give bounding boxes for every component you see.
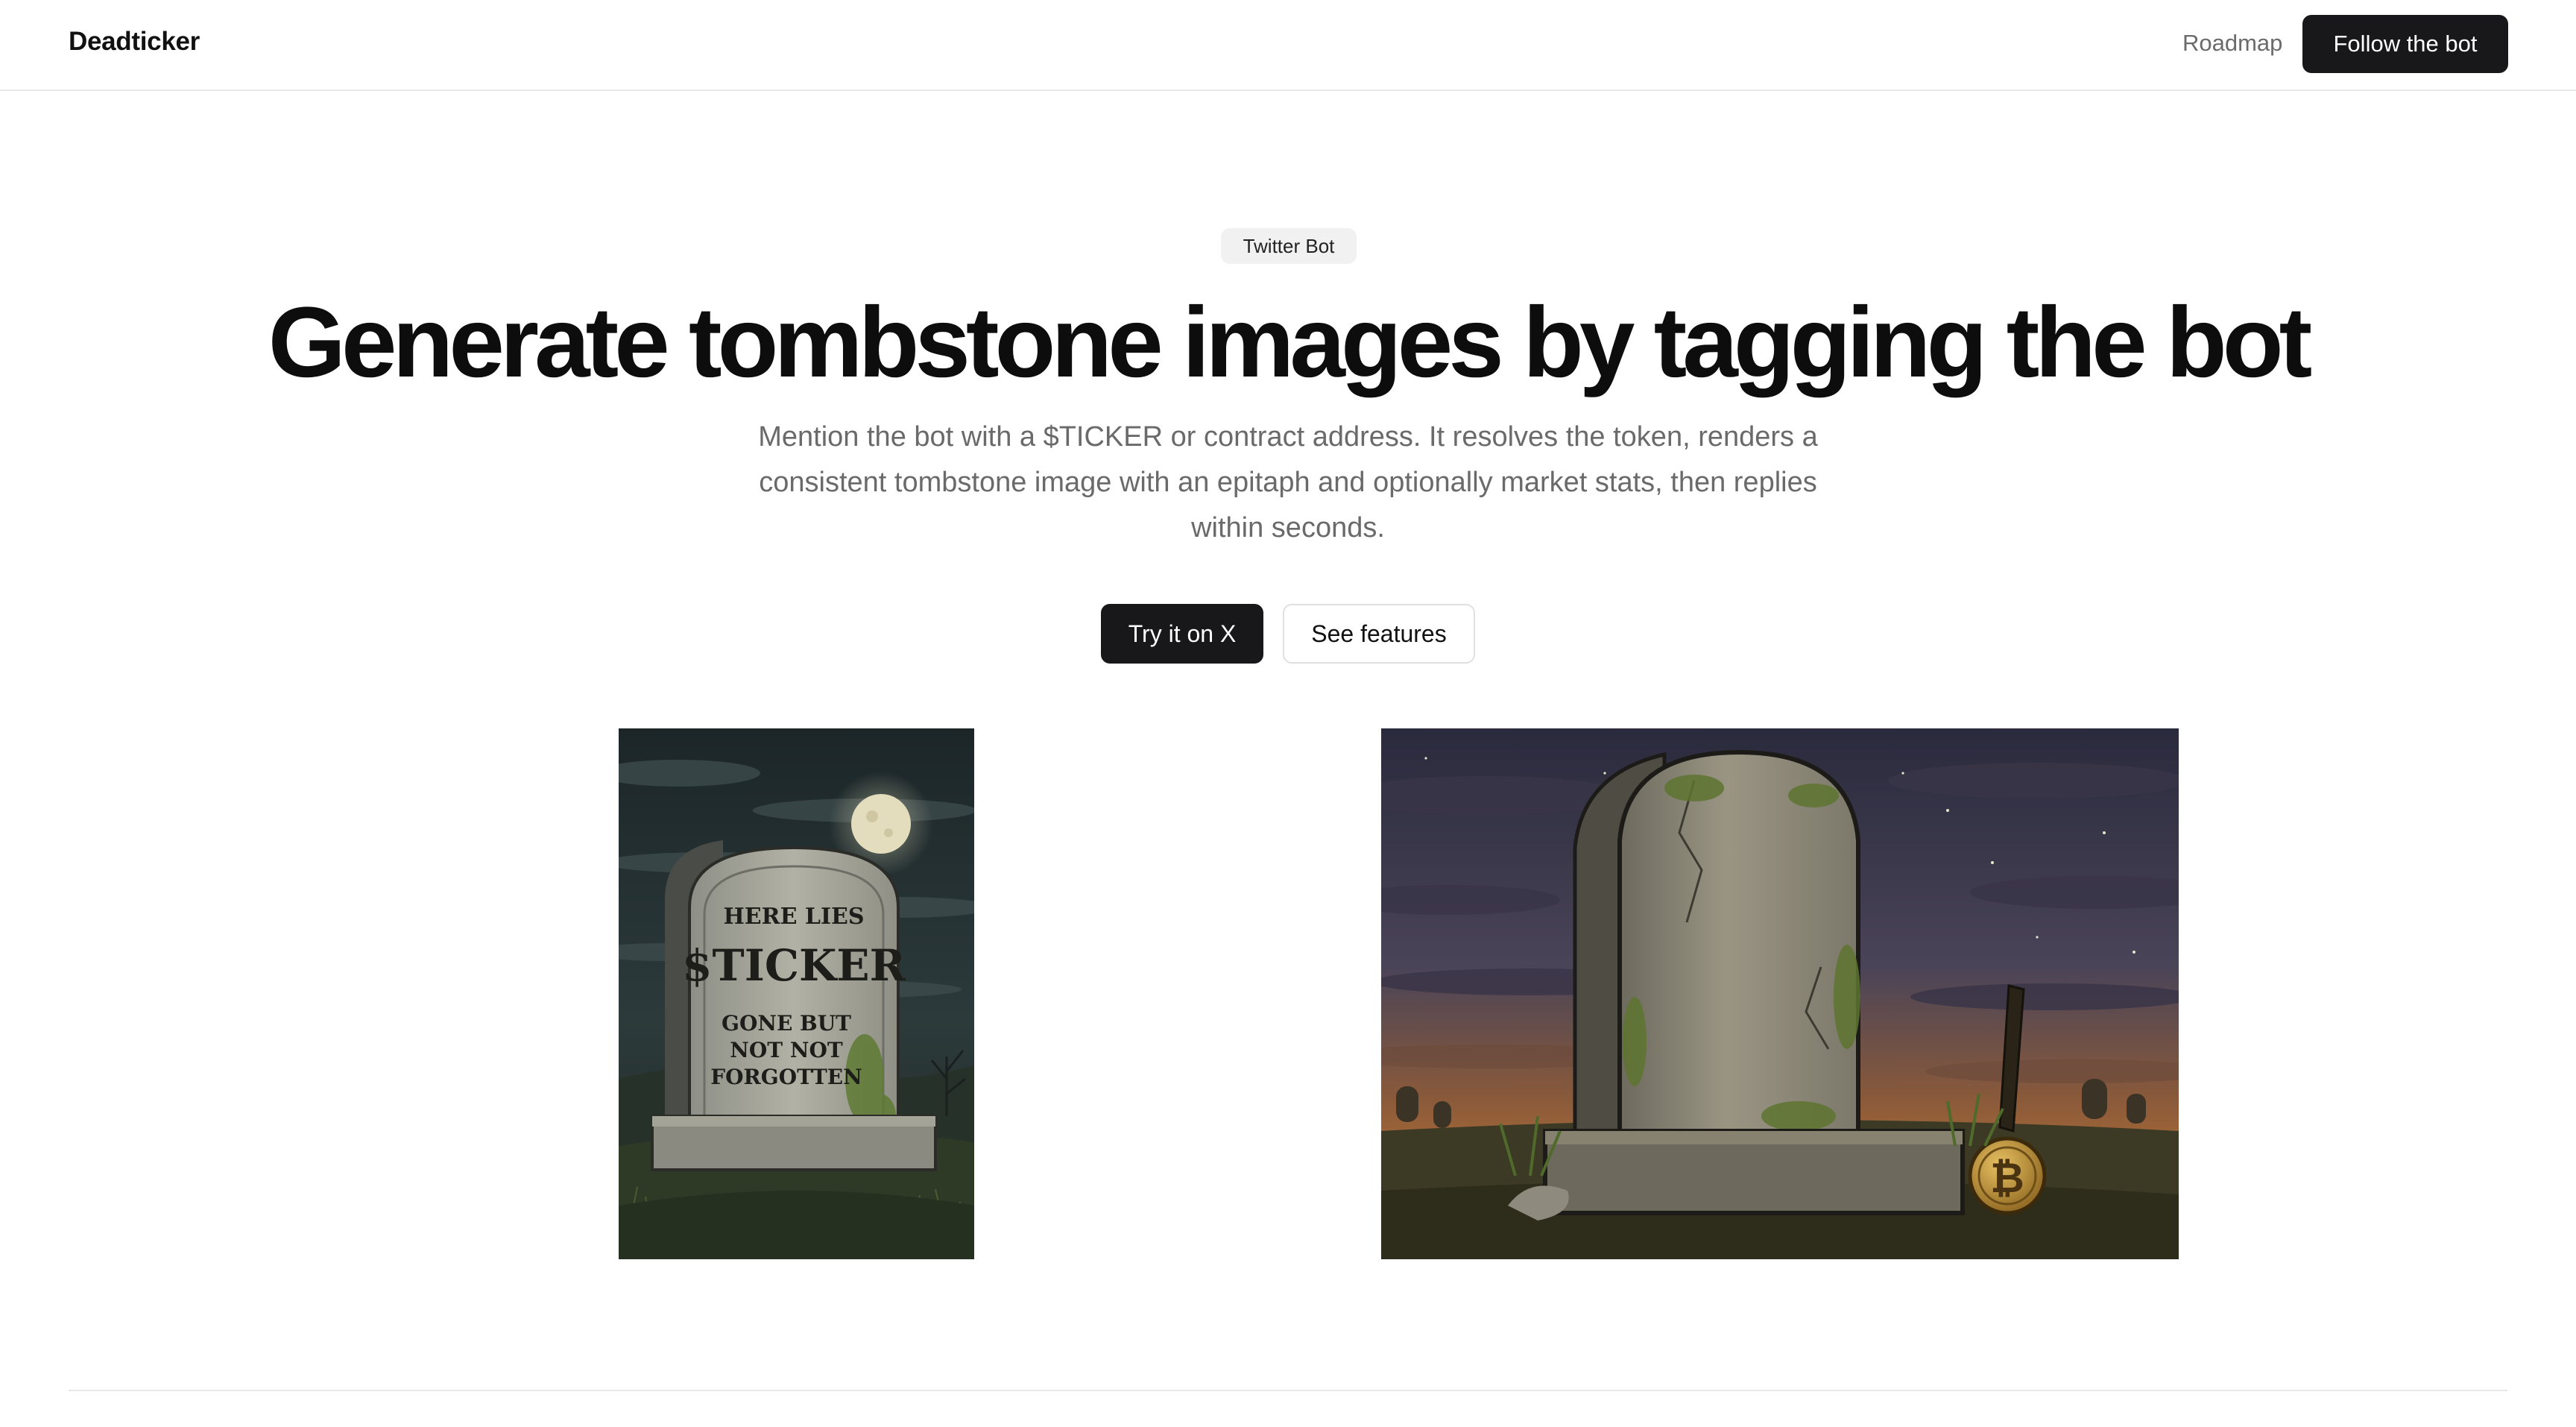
hero-subtitle: Mention the bot with a $TICKER or contra… xyxy=(758,421,1818,544)
tombstone-night-illustration: HERE LIES $TICKER GONE BUT NOT NOT FORGO… xyxy=(619,728,974,1259)
brand-logo[interactable]: Deadticker xyxy=(69,27,200,57)
example-tombstone-image-portrait: HERE LIES $TICKER GONE BUT NOT NOT FORGO… xyxy=(619,728,974,1259)
epitaph-line-3: GONE BUT xyxy=(722,1011,851,1036)
epitaph-ticker: $TICKER xyxy=(682,940,906,991)
tombstone-dusk-illustration: ₿ xyxy=(1381,728,2179,1259)
top-navigation: Deadticker Roadmap Follow the bot xyxy=(0,0,2576,91)
epitaph-line-1: HERE LIES xyxy=(723,904,864,930)
see-features-button[interactable]: See features xyxy=(1283,604,1475,664)
section-divider xyxy=(69,1390,2507,1391)
try-it-on-x-button[interactable]: Try it on X xyxy=(1101,604,1263,664)
epitaph-line-4: NOT NOT xyxy=(730,1038,843,1062)
bitcoin-coin-icon: ₿ xyxy=(1990,1154,2024,1203)
epitaph-line-5: FORGOTTEN xyxy=(710,1065,862,1089)
follow-the-bot-button[interactable]: Follow the bot xyxy=(2302,15,2508,73)
example-tombstone-image-landscape: ₿ xyxy=(1381,728,2179,1259)
category-badge: Twitter Bot xyxy=(1221,228,1357,264)
hero-title: Generate tombstone images by tagging the… xyxy=(268,287,2312,398)
roadmap-link[interactable]: Roadmap xyxy=(2182,30,2282,57)
